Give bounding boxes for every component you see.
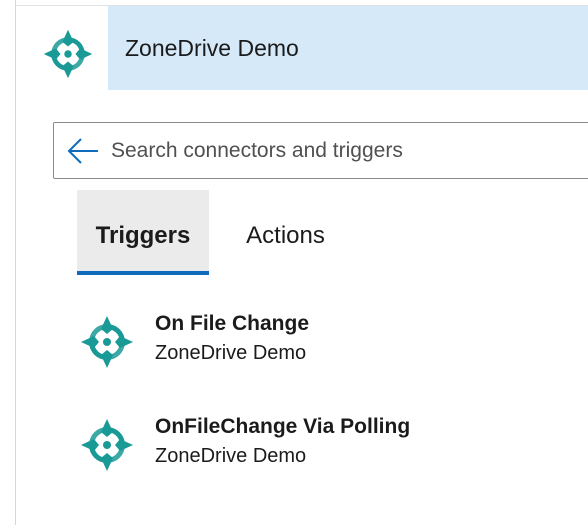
trigger-item-subtitle: ZoneDrive Demo	[155, 445, 307, 467]
zonedrive-logo-icon	[77, 415, 137, 475]
arrow-left-icon[interactable]	[66, 137, 100, 165]
zonedrive-logo-icon	[77, 312, 137, 372]
search-input[interactable]	[111, 133, 581, 169]
trigger-item-title: OnFileChange Via Polling	[155, 415, 411, 438]
tab-actions-label: Actions	[246, 222, 325, 249]
tab-selected-indicator	[77, 271, 209, 275]
trigger-item-title: On File Change	[155, 312, 310, 335]
tab-actions[interactable]: Actions	[223, 190, 348, 275]
trigger-item-onfilechange-via-polling[interactable]: OnFileChange Via Polling ZoneDrive Demo	[60, 405, 560, 485]
tab-triggers-label: Triggers	[95, 222, 191, 249]
connector-title: ZoneDrive Demo	[125, 35, 299, 61]
tab-triggers[interactable]: Triggers	[77, 190, 209, 275]
trigger-item-subtitle: ZoneDrive Demo	[155, 342, 307, 364]
search-box	[53, 122, 588, 179]
zonedrive-logo-icon	[40, 26, 96, 82]
trigger-item-on-file-change[interactable]: On File Change ZoneDrive Demo	[60, 302, 560, 382]
